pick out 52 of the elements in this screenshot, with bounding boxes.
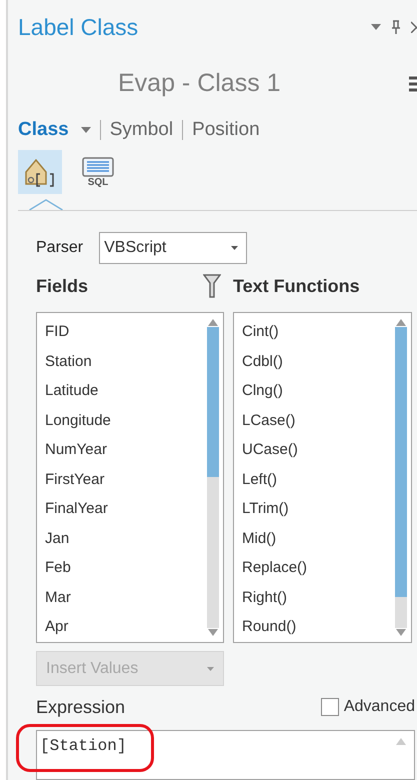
sql-mode-button[interactable]: SQL bbox=[76, 150, 120, 194]
tab[interactable]: Position bbox=[192, 116, 260, 144]
list-item[interactable]: Longitude bbox=[45, 406, 111, 435]
scroll-up-icon[interactable] bbox=[395, 736, 407, 746]
scrollbar-thumb[interactable] bbox=[206, 327, 218, 477]
list-item[interactable]: FirstYear bbox=[45, 464, 104, 494]
list-item[interactable]: NumYear bbox=[45, 435, 107, 464]
list-item[interactable]: Mar bbox=[45, 582, 71, 612]
caret-icon bbox=[80, 127, 91, 134]
tab[interactable]: Class bbox=[18, 116, 91, 144]
list-item[interactable]: FID bbox=[45, 317, 70, 346]
list-item[interactable]: LTrim() bbox=[242, 494, 289, 524]
expression-text: [Station] bbox=[40, 736, 126, 757]
tab[interactable]: Symbol bbox=[110, 116, 174, 144]
menu-icon[interactable] bbox=[409, 76, 417, 92]
expression-heading: Expression bbox=[36, 696, 126, 719]
list-item[interactable]: Station bbox=[45, 346, 92, 376]
advanced-checkbox[interactable]: Advanced bbox=[320, 695, 415, 719]
parser-label: Parser bbox=[36, 238, 84, 258]
expression-mode-button[interactable] bbox=[18, 150, 62, 194]
caret-icon[interactable] bbox=[371, 24, 381, 30]
list-item[interactable]: UCase() bbox=[242, 435, 298, 464]
scrollbar[interactable] bbox=[206, 317, 219, 638]
list-item[interactable]: Round() bbox=[242, 612, 296, 642]
list-item[interactable]: Jan bbox=[45, 524, 70, 553]
list-item[interactable]: Mid() bbox=[242, 524, 276, 553]
text-functions-heading: Text Functions bbox=[233, 274, 360, 298]
list-item[interactable]: Replace() bbox=[242, 553, 308, 582]
scrollbar-thumb[interactable] bbox=[394, 327, 406, 597]
list-item[interactable]: Latitude bbox=[45, 376, 98, 406]
filter-icon[interactable] bbox=[203, 274, 221, 298]
pane-title: Label Class bbox=[18, 12, 138, 42]
list-item[interactable]: Feb bbox=[45, 553, 71, 582]
list-item[interactable]: LCase() bbox=[242, 406, 296, 435]
scrollbar[interactable] bbox=[394, 317, 407, 638]
document-icon bbox=[82, 156, 114, 177]
list-item[interactable]: Cint() bbox=[242, 317, 279, 346]
list-item[interactable]: FinalYear bbox=[45, 494, 108, 524]
class-name: Evap - Class 1 bbox=[118, 68, 281, 99]
list-item[interactable]: Clng() bbox=[242, 376, 283, 406]
list-item[interactable]: Cdbl() bbox=[242, 346, 283, 376]
close-icon[interactable] bbox=[411, 20, 417, 33]
expression-editor[interactable]: [Station] bbox=[36, 730, 415, 780]
parser-dropdown[interactable]: VBScript bbox=[99, 232, 248, 264]
pin-icon[interactable] bbox=[391, 20, 401, 34]
fields-heading: Fields bbox=[36, 274, 88, 298]
caret-icon bbox=[207, 666, 214, 670]
checkbox[interactable] bbox=[320, 698, 339, 716]
list-item[interactable]: Apr bbox=[45, 612, 68, 642]
list-item[interactable]: Right() bbox=[242, 582, 288, 612]
caret-icon bbox=[231, 246, 238, 250]
list-item[interactable]: Left() bbox=[242, 464, 278, 494]
